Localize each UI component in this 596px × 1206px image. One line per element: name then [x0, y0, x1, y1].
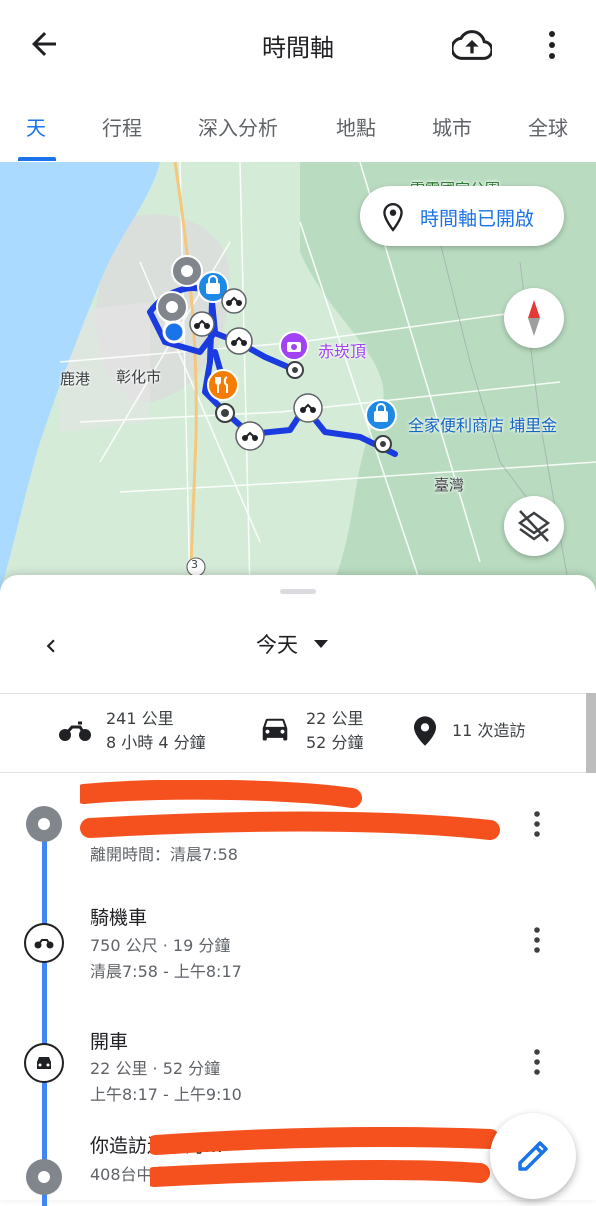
entry-time-car: 上午8:17 - 上午9:10 [90, 1085, 242, 1104]
place-marker-gray[interactable] [155, 290, 189, 324]
motorcycle-icon[interactable] [234, 420, 266, 452]
edit-button[interactable] [490, 1113, 576, 1199]
edit-pencil-icon [518, 1141, 548, 1171]
motorcycle-distance: 241 公里 [106, 709, 174, 728]
camera-icon[interactable] [278, 330, 310, 362]
entry-title-motorcycle: 騎機車 [90, 907, 148, 929]
timeline-status-label: 時間軸已開啟 [420, 208, 535, 230]
tab-bar: 天 行程 深入分析 地點 城市 全球 [0, 90, 596, 163]
dropdown-arrow-icon[interactable] [314, 640, 328, 648]
restaurant-icon[interactable] [206, 368, 240, 402]
layers-toggle-button[interactable] [504, 496, 564, 556]
motorcycle-icon [59, 721, 91, 741]
bottom-sheet: 今天 241 公里 8 小時 4 分鐘 22 公里 52 分鐘 11 次造訪 離… [0, 575, 596, 1206]
motorcycle-icon[interactable] [292, 392, 324, 424]
layers-off-icon [517, 510, 551, 542]
entry-time-motorcycle: 清晨7:58 - 上午8:17 [90, 962, 242, 981]
daily-summary: 241 公里 8 小時 4 分鐘 22 公里 52 分鐘 11 次造訪 [0, 693, 586, 773]
car-icon [262, 718, 288, 741]
car-distance: 22 公里 [306, 709, 364, 728]
more-vert-icon[interactable] [528, 809, 546, 839]
tab-cities[interactable]: 城市 [432, 112, 472, 141]
redaction-mark [144, 1127, 500, 1201]
poi-label-familymart[interactable]: 全家便利商店 埔里金 [408, 412, 557, 436]
timeline-status-chip[interactable]: 時間軸已開啟 [360, 186, 564, 246]
motorcycle-icon[interactable] [224, 326, 254, 356]
compass-icon [528, 300, 540, 336]
date-selector[interactable]: 今天 [256, 629, 298, 659]
entry-title-car: 開車 [90, 1031, 129, 1053]
map-label-taiwan: 臺灣 [434, 476, 465, 494]
tab-trips[interactable]: 行程 [102, 112, 142, 141]
location-pin-icon [414, 716, 436, 746]
timeline-line [42, 826, 47, 1206]
car-duration: 52 分鐘 [306, 733, 364, 752]
scrollbar[interactable] [586, 693, 596, 773]
tab-places[interactable]: 地點 [336, 112, 376, 141]
entry-departure-time: 離開時間：清晨7:58 [90, 845, 238, 864]
entry-distance-car: 22 公里 · 52 分鐘 [90, 1059, 221, 1078]
date-navigator: 今天 [0, 615, 596, 695]
place-dot-icon[interactable] [285, 360, 305, 380]
visit-count: 11 次造訪 [452, 721, 526, 740]
current-location-dot [162, 320, 186, 344]
car-icon [37, 1057, 51, 1069]
cloud-upload-icon[interactable] [452, 28, 492, 62]
tab-world[interactable]: 全球 [528, 112, 568, 141]
entry-distance-motorcycle: 750 公尺 · 19 分鐘 [90, 936, 231, 955]
chevron-left-icon[interactable] [38, 631, 64, 661]
more-vert-icon[interactable] [540, 28, 564, 62]
motorcycle-icon[interactable] [220, 287, 248, 315]
car-node [24, 1043, 64, 1083]
app-bar: 時間軸 [0, 0, 596, 90]
poi-label-chitan[interactable]: 赤崁頂 [318, 338, 366, 362]
shopping-bag-icon[interactable] [364, 398, 398, 432]
map-label-lukang: 鹿港 [60, 370, 91, 388]
motorcycle-icon [34, 939, 54, 949]
drag-handle[interactable] [280, 589, 316, 594]
place-node [26, 1159, 62, 1195]
tab-insights[interactable]: 深入分析 [198, 112, 278, 141]
place-dot-icon[interactable] [214, 402, 236, 424]
more-vert-icon[interactable] [528, 1047, 546, 1077]
page-title: 時間軸 [262, 34, 334, 62]
tab-day[interactable]: 天 [26, 112, 46, 141]
compass-button[interactable] [504, 288, 564, 348]
place-dot-icon[interactable] [373, 434, 393, 454]
map-label-changhua: 彰化市 [116, 368, 162, 386]
motorcycle-icon[interactable] [188, 310, 216, 338]
active-tab-indicator [18, 157, 56, 161]
more-vert-icon[interactable] [528, 925, 546, 955]
motorcycle-duration: 8 小時 4 分鐘 [106, 733, 206, 752]
route-number-3: 3 [191, 558, 198, 571]
location-pin-icon [383, 202, 403, 232]
place-node [26, 806, 62, 842]
motorcycle-node [24, 923, 64, 963]
